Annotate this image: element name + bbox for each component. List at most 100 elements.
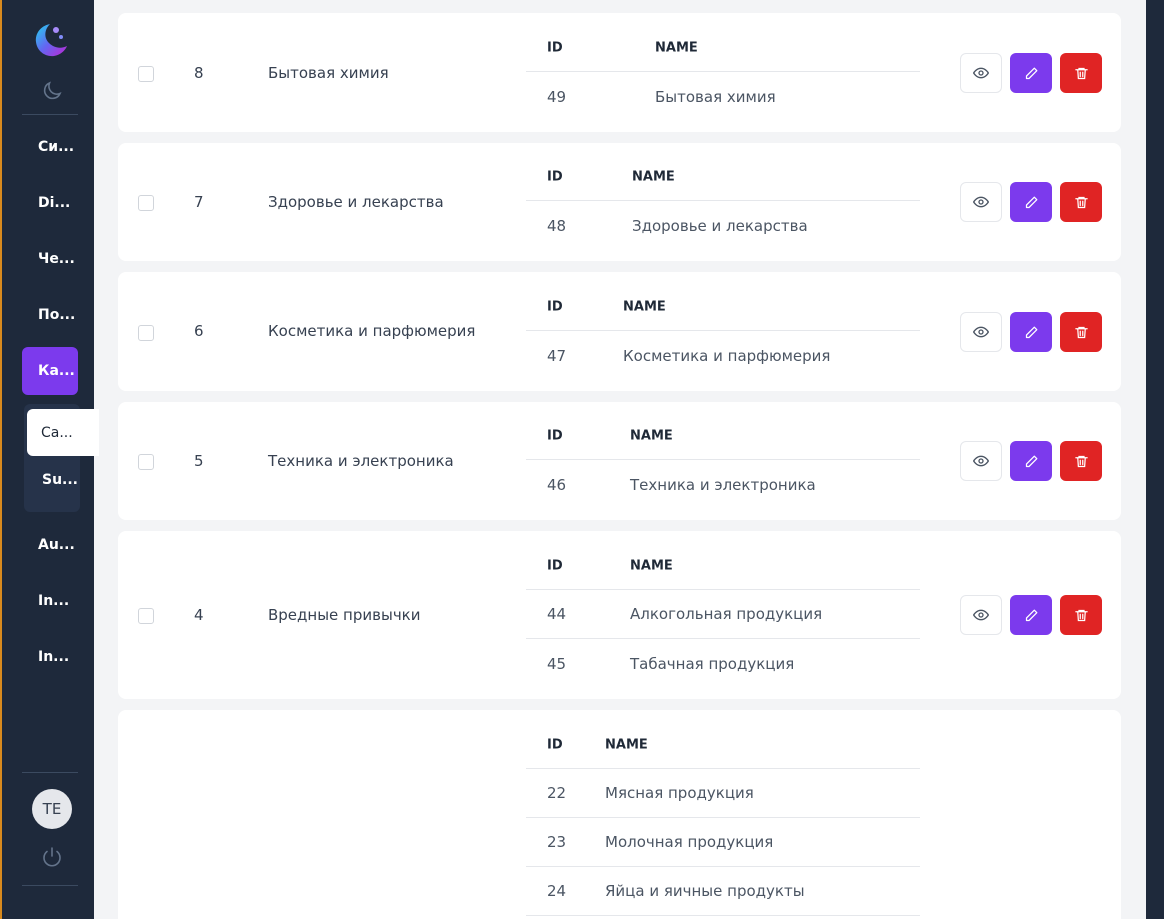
trash-icon <box>1074 609 1088 621</box>
sidebar-divider <box>22 885 78 886</box>
submenu-item-active[interactable]: Ca... <box>27 409 99 456</box>
subcategory-table: ID NAME 44 Алкогольная продукция 45 Таба… <box>526 542 920 688</box>
subcategory-id: 22 <box>547 784 567 802</box>
subcategory-name: Здоровье и лекарства <box>632 216 808 235</box>
eye-icon <box>973 326 989 338</box>
subcategory-row: 48 Здоровье и лекарства <box>526 201 920 250</box>
subcategory-table: ID NAME 48 Здоровье и лекарства <box>526 153 920 250</box>
subcategory-header: ID NAME <box>526 153 920 201</box>
header-name: NAME <box>655 40 698 55</box>
subcategory-id: 44 <box>547 605 567 623</box>
view-button[interactable] <box>960 441 1002 481</box>
header-name: NAME <box>605 737 648 752</box>
avatar[interactable]: TE <box>32 789 72 829</box>
table-row: 4 Вредные привычки ID NAME 44 Алкогольна… <box>118 531 1121 699</box>
eye-icon <box>973 196 989 208</box>
sidebar-item-4[interactable]: По... <box>22 291 78 339</box>
eye-icon <box>973 609 989 621</box>
trash-icon <box>1074 326 1088 338</box>
submenu-item-label: Ca... <box>41 424 73 441</box>
subcategory-name: Техника и электроника <box>630 475 816 494</box>
table-row: 5 Техника и электроника ID NAME 46 Техни… <box>118 402 1121 520</box>
edit-button[interactable] <box>1010 312 1052 352</box>
moon-icon[interactable] <box>40 79 64 103</box>
subcategory-id: 24 <box>547 882 567 900</box>
subcategory-id: 49 <box>547 87 567 106</box>
view-button[interactable] <box>960 182 1002 222</box>
power-icon[interactable] <box>40 845 64 869</box>
header-name: NAME <box>632 169 675 184</box>
edit-button[interactable] <box>1010 595 1052 635</box>
header-name: NAME <box>630 558 673 573</box>
subcategory-table: ID NAME 47 Косметика и парфюмерия <box>526 283 920 380</box>
header-name: NAME <box>630 428 673 443</box>
delete-button[interactable] <box>1060 182 1102 222</box>
subcategory-table: ID NAME 49 Бытовая химия <box>526 24 920 121</box>
trash-icon <box>1074 67 1088 79</box>
edit-button[interactable] <box>1010 441 1052 481</box>
sidebar-item-label: Di... <box>38 195 71 211</box>
sidebar-item-label: По... <box>38 307 76 323</box>
row-checkbox[interactable] <box>138 454 154 470</box>
edit-button[interactable] <box>1010 182 1052 222</box>
row-number: 5 <box>194 452 204 470</box>
subcategory-name: Молочная продукция <box>605 833 774 851</box>
table-row: ID NAME 22 Мясная продукция 23 Молочная … <box>118 710 1121 919</box>
subcategory-name: Табачная продукция <box>630 654 795 673</box>
header-name: NAME <box>623 299 666 314</box>
sidebar-item-6[interactable]: Au... <box>22 521 78 569</box>
sidebar-item-2[interactable]: Di... <box>22 179 78 227</box>
subcategory-id: 46 <box>547 475 567 494</box>
subcategory-name: Бытовая химия <box>655 87 776 106</box>
subcategory-row: 45 Табачная продукция <box>526 639 920 688</box>
row-actions <box>960 182 1102 222</box>
sidebar-item-label: In... <box>38 593 70 609</box>
sidebar-divider <box>22 114 78 115</box>
view-button[interactable] <box>960 595 1002 635</box>
table-row: 7 Здоровье и лекарства ID NAME 48 Здоров… <box>118 143 1121 261</box>
category-name: Бытовая химия <box>268 64 389 82</box>
table-row: 6 Косметика и парфюмерия ID NAME 47 Косм… <box>118 272 1121 391</box>
subcategory-name: Косметика и парфюмерия <box>623 346 831 365</box>
logo-icon[interactable] <box>30 20 70 60</box>
pencil-icon <box>1025 455 1037 467</box>
avatar-initials: TE <box>42 800 62 818</box>
subcategory-header: ID NAME <box>526 412 920 460</box>
sidebar-item-1[interactable]: Си... <box>22 123 78 171</box>
subcategory-row: 23 Молочная продукция <box>526 818 920 867</box>
edit-button[interactable] <box>1010 53 1052 93</box>
row-checkbox[interactable] <box>138 325 154 341</box>
view-button[interactable] <box>960 53 1002 93</box>
delete-button[interactable] <box>1060 53 1102 93</box>
trash-icon <box>1074 455 1088 467</box>
sidebar-item-label: In... <box>38 649 70 665</box>
row-number: 4 <box>194 606 204 624</box>
sidebar-item-7[interactable]: In... <box>22 577 78 625</box>
delete-button[interactable] <box>1060 441 1102 481</box>
row-checkbox[interactable] <box>138 66 154 82</box>
subcategory-row: 46 Техника и электроника <box>526 460 920 509</box>
view-button[interactable] <box>960 312 1002 352</box>
subcategory-name: Алкогольная продукция <box>630 605 823 623</box>
header-id: ID <box>547 299 563 314</box>
sidebar-item-8[interactable]: In... <box>22 633 78 681</box>
sidebar-item-label: Си... <box>38 139 75 155</box>
subcategory-header: ID NAME <box>526 283 920 331</box>
subcategory-id: 47 <box>547 346 567 365</box>
sidebar-item-3[interactable]: Че... <box>22 235 78 283</box>
sidebar-item-label: Au... <box>38 537 75 553</box>
subcategory-header: ID NAME <box>526 542 920 590</box>
sidebar-item-categories[interactable]: Ка... <box>22 347 78 395</box>
subcategory-row: 44 Алкогольная продукция <box>526 590 920 639</box>
row-checkbox[interactable] <box>138 608 154 624</box>
subcategory-name: Яйца и яичные продукты <box>605 882 805 900</box>
subcategory-row: 47 Косметика и парфюмерия <box>526 331 920 380</box>
pencil-icon <box>1025 196 1037 208</box>
header-id: ID <box>547 558 563 573</box>
trash-icon <box>1074 196 1088 208</box>
delete-button[interactable] <box>1060 312 1102 352</box>
row-checkbox[interactable] <box>138 195 154 211</box>
table-row: 8 Бытовая химия ID NAME 49 Бытовая химия <box>118 13 1121 132</box>
delete-button[interactable] <box>1060 595 1102 635</box>
submenu-item-2[interactable]: Su... <box>42 472 78 488</box>
